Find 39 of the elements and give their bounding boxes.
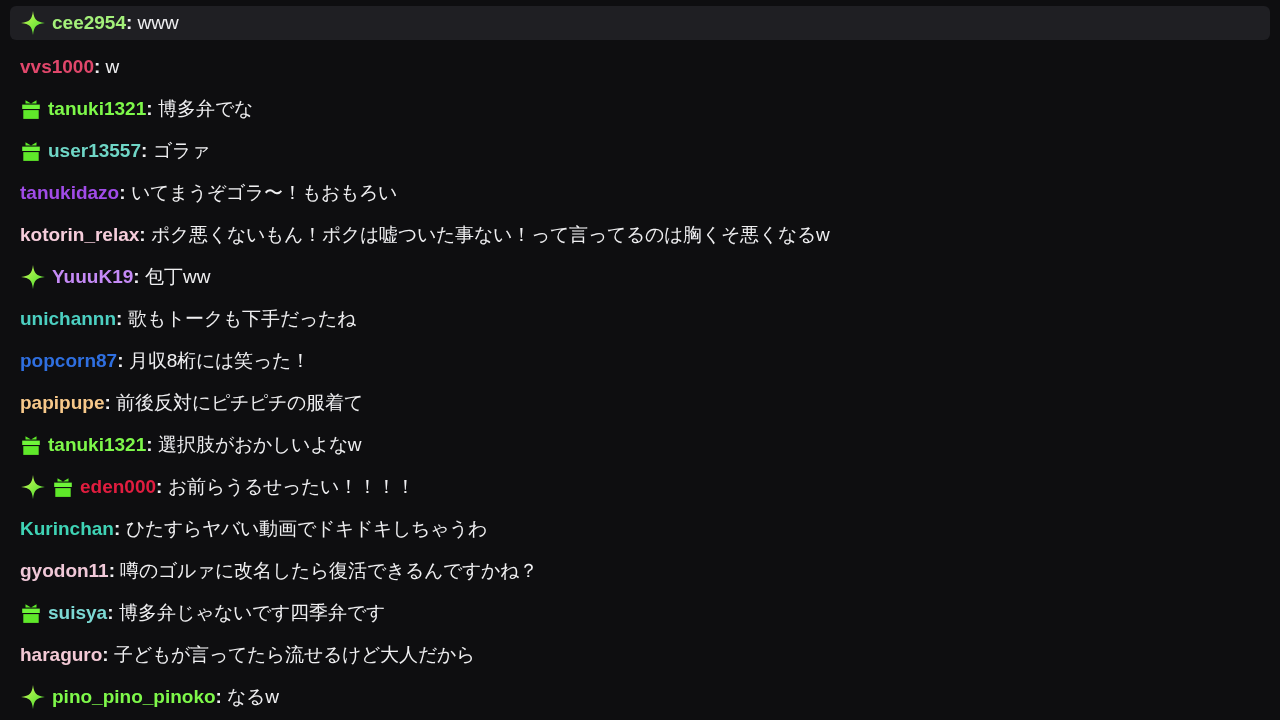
message-text: : 博多弁じゃないです四季弁です: [107, 601, 385, 623]
message-text: : www: [125, 11, 179, 33]
message-text: : ひたすらヤバい動画でドキドキしちゃうわ: [113, 517, 487, 539]
username[interactable]: user13557: [48, 139, 141, 161]
message-text: : 月収8桁には笑った！: [117, 349, 311, 371]
username[interactable]: suisya: [48, 601, 108, 623]
username[interactable]: kotorin_relax: [20, 223, 140, 245]
message-text: : 歌もトークも下手だったね: [116, 307, 356, 329]
gift-icon: [20, 602, 42, 624]
username[interactable]: popcorn87: [20, 349, 118, 371]
username[interactable]: YuuuK19: [52, 265, 134, 287]
username[interactable]: pino_pino_pinoko: [52, 685, 216, 707]
username[interactable]: gyodon11: [20, 559, 109, 581]
username[interactable]: tanuki1321: [48, 97, 147, 119]
message-text: : 博多弁でな: [146, 97, 253, 119]
message-text: : 包丁ww: [133, 265, 211, 287]
username[interactable]: vvs1000: [20, 55, 94, 77]
message-text: : いてまうぞゴラ〜！もおもろい: [119, 181, 397, 203]
message-text: : 子どもが言ってたら流せるけど大人だから: [102, 643, 475, 665]
username[interactable]: papipupe: [20, 391, 105, 413]
message-text: : w: [93, 55, 120, 77]
gift-icon: [20, 434, 42, 456]
gift-icon: [20, 140, 42, 162]
message-text: : ゴラァ: [140, 139, 210, 161]
gift-icon: [20, 98, 42, 120]
message-text: : ポク悪くないもん！ポクは嘘ついた事ない！って言ってるのは胸くそ悪くなるw: [139, 223, 830, 245]
username[interactable]: unichannn: [20, 307, 117, 329]
message-text: : 噂のゴルァに改名したら復活できるんですかね？: [108, 559, 539, 581]
username[interactable]: eden000: [80, 475, 157, 497]
username[interactable]: tanuki1321: [48, 433, 147, 455]
gift-icon: [52, 476, 74, 498]
message-text: : なるw: [215, 685, 279, 707]
username[interactable]: haraguro: [20, 643, 103, 665]
message-text: : 選択肢がおかしいよなw: [146, 433, 362, 455]
message-text: : お前らうるせったい！！！！: [156, 475, 415, 497]
username[interactable]: tanukidazo: [20, 181, 120, 203]
username[interactable]: cee2954: [52, 11, 126, 33]
message-text: : 前後反対にピチピチの服着て: [104, 391, 364, 413]
username[interactable]: Kurinchan: [20, 517, 114, 539]
